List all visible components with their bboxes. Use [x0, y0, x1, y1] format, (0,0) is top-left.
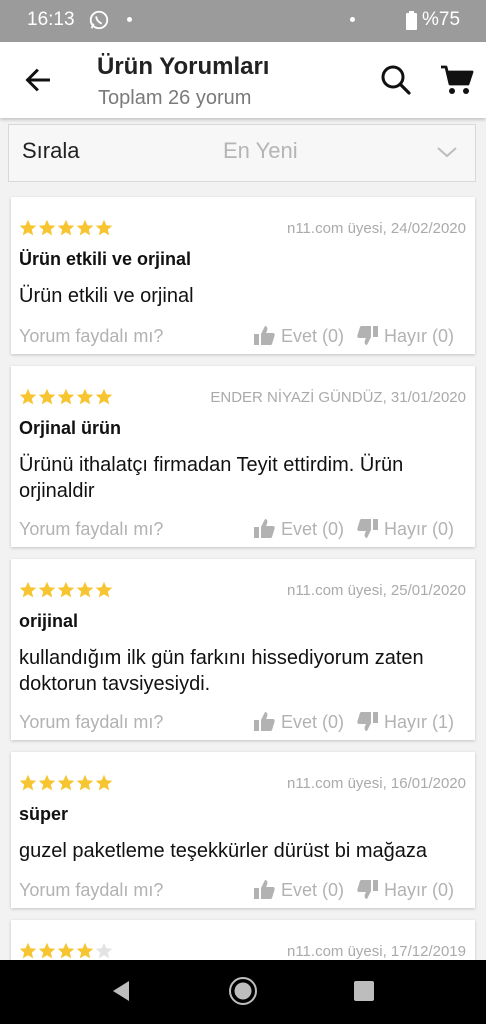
- star-filled-icon: [57, 388, 75, 405]
- thumbs-down-icon: [357, 712, 378, 731]
- thumbs-up-icon: [254, 880, 275, 899]
- star-filled-icon: [57, 942, 75, 959]
- star-rating: [19, 388, 113, 406]
- thumbs-down-icon: [357, 326, 378, 345]
- review-card: n11.com üyesi, 24/02/2020 Ürün etkili ve…: [11, 197, 475, 354]
- review-body: guzel paketleme teşekkürler dürüst bi ma…: [19, 840, 427, 862]
- star-filled-icon: [95, 774, 113, 791]
- helpful-prompt: Yorum faydalı mı?: [19, 712, 164, 732]
- vote-no-label: Hayır (0): [384, 880, 455, 900]
- notification-dot-icon: [127, 17, 132, 22]
- star-filled-icon: [76, 581, 94, 598]
- star-filled-icon: [19, 219, 37, 236]
- review-author-date: n11.com üyesi, 16/01/2020: [286, 775, 466, 792]
- star-filled-icon: [19, 774, 37, 791]
- sort-label: Sırala: [22, 138, 80, 163]
- review-title: Orjinal ürün: [19, 418, 122, 438]
- star-filled-icon: [57, 581, 75, 598]
- star-rating: [19, 581, 113, 599]
- vote-no-label: Hayır (1): [384, 712, 455, 732]
- star-filled-icon: [95, 219, 113, 236]
- star-filled-icon: [19, 388, 37, 405]
- star-filled-icon: [57, 219, 75, 236]
- review-card: ENDER NİYAZİ GÜNDÜZ, 31/01/2020 Orjinal …: [11, 366, 475, 547]
- search-icon[interactable]: [380, 64, 412, 96]
- whatsapp-icon: [89, 10, 109, 30]
- review-body: kullandığım ilk gün farkını hissediyorum…: [19, 647, 424, 695]
- status-bar: 16:13 %75: [0, 0, 486, 42]
- helpful-prompt: Yorum faydalı mı?: [19, 326, 164, 346]
- vote-no-label: Hayır (0): [384, 326, 455, 346]
- vote-yes-label: Evet (0): [281, 880, 345, 900]
- star-filled-icon: [95, 581, 113, 598]
- review-body: Ürün etkili ve orjinal: [19, 285, 194, 307]
- star-empty-icon: [95, 942, 113, 959]
- vote-yes-label: Evet (0): [281, 712, 345, 732]
- app-bar: Ürün Yorumları Toplam 26 yorum: [0, 42, 486, 118]
- thumbs-up-icon: [254, 519, 275, 538]
- star-filled-icon: [19, 942, 37, 959]
- nav-home-icon[interactable]: [228, 976, 258, 1006]
- star-filled-icon: [76, 774, 94, 791]
- signal-dot-icon: [350, 17, 355, 22]
- vote-yes-label: Evet (0): [281, 326, 345, 346]
- review-title: orijinal: [19, 611, 79, 631]
- cart-icon[interactable]: [440, 64, 474, 96]
- star-filled-icon: [19, 581, 37, 598]
- star-filled-icon: [76, 219, 94, 236]
- vote-yes-label: Evet (0): [281, 519, 345, 539]
- review-count: Toplam 26 yorum: [98, 87, 252, 109]
- helpful-prompt: Yorum faydalı mı?: [19, 880, 164, 900]
- system-nav-bar: [0, 960, 486, 1024]
- star-rating: [19, 774, 113, 792]
- star-filled-icon: [76, 388, 94, 405]
- review-title: Ürün etkili ve orjinal: [19, 249, 192, 269]
- status-time: 16:13: [27, 9, 75, 30]
- review-author-date: n11.com üyesi, 17/12/2019: [286, 943, 466, 960]
- star-filled-icon: [38, 942, 56, 959]
- chevron-down-icon: [437, 147, 457, 158]
- star-filled-icon: [38, 219, 56, 236]
- page-title: Ürün Yorumları: [97, 53, 270, 80]
- review-author-date: n11.com üyesi, 25/01/2020: [286, 582, 466, 599]
- review-author-date: n11.com üyesi, 24/02/2020: [286, 220, 466, 237]
- thumbs-up-icon: [254, 712, 275, 731]
- review-title: süper: [19, 804, 69, 824]
- star-filled-icon: [57, 774, 75, 791]
- thumbs-down-icon: [357, 519, 378, 538]
- battery-icon: [406, 11, 417, 30]
- nav-back-icon[interactable]: [109, 979, 133, 1003]
- star-rating: [19, 942, 113, 960]
- review-author-date: ENDER NİYAZİ GÜNDÜZ, 31/01/2020: [210, 389, 466, 406]
- thumbs-up-icon: [254, 326, 275, 345]
- review-card: n11.com üyesi, 16/01/2020 süper guzel pa…: [11, 752, 475, 908]
- star-rating: [19, 219, 113, 237]
- review-body: Ürünü ithalatçı firmadan Teyit ettirdim.…: [19, 454, 404, 502]
- star-filled-icon: [76, 942, 94, 959]
- star-filled-icon: [95, 388, 113, 405]
- sort-dropdown[interactable]: Sırala En Yeni: [8, 124, 476, 182]
- thumbs-down-icon: [357, 880, 378, 899]
- helpful-prompt: Yorum faydalı mı?: [19, 519, 164, 539]
- back-arrow-icon[interactable]: [24, 66, 52, 94]
- sort-value: En Yeni: [223, 138, 298, 163]
- battery-percent: %75: [422, 9, 461, 30]
- review-card: n11.com üyesi, 25/01/2020 orijinal kulla…: [11, 559, 475, 740]
- vote-no-label: Hayır (0): [384, 519, 455, 539]
- star-filled-icon: [38, 774, 56, 791]
- nav-recents-icon[interactable]: [354, 981, 374, 1001]
- star-filled-icon: [38, 388, 56, 405]
- star-filled-icon: [38, 581, 56, 598]
